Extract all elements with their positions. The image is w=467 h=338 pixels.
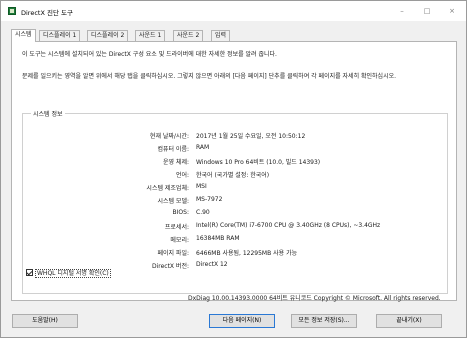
whql-checkbox-label[interactable]: WHQL 디지털 서명 확인(C) bbox=[35, 269, 111, 278]
maximize-button[interactable]: □ bbox=[417, 4, 437, 18]
info-value: 6466MB 사용됨, 12295MB 사용 가능 bbox=[196, 250, 298, 257]
info-value: Intel(R) Core(TM) i7-6700 CPU @ 3.40GHz … bbox=[196, 222, 381, 229]
info-row-memory: 메모리: 16384MB RAM bbox=[23, 235, 449, 245]
system-info-group: 시스템 정보 현재 날짜/시간: 2017년 1월 25일 수요일, 오전 10… bbox=[22, 109, 449, 294]
title-bar[interactable]: DirectX 진단 도구 – □ × bbox=[1, 1, 466, 21]
info-value: MSI bbox=[196, 183, 207, 190]
tab-display-1[interactable]: 디스플레이 1 bbox=[39, 30, 81, 41]
info-value: 한국어 (국가별 설정: 한국어) bbox=[196, 172, 270, 179]
tab-sound-1[interactable]: 사운드 1 bbox=[135, 30, 166, 41]
info-row-processor: 프로세서: Intel(R) Core(TM) i7-6700 CPU @ 3.… bbox=[23, 222, 449, 232]
window-title: DirectX 진단 도구 bbox=[21, 9, 73, 17]
info-label: 운영 체제: bbox=[162, 159, 189, 166]
info-value: Windows 10 Pro 64비트 (10.0, 빌드 14393) bbox=[196, 159, 321, 166]
info-row-language: 언어: 한국어 (국가별 설정: 한국어) bbox=[23, 170, 449, 180]
exit-button[interactable]: 끝내기(X) bbox=[376, 314, 442, 328]
tab-system[interactable]: 시스템 bbox=[11, 29, 36, 42]
info-label: 페이지 파일: bbox=[157, 250, 189, 257]
info-row-os: 운영 체제: Windows 10 Pro 64비트 (10.0, 빌드 143… bbox=[23, 157, 449, 167]
system-tab-panel: 이 도구는 시스템에 설치되어 있는 DirectX 구성 요소 및 드라이버에… bbox=[11, 41, 457, 301]
info-label: 언어: bbox=[175, 172, 189, 179]
info-row-page-file: 페이지 파일: 6466MB 사용됨, 12295MB 사용 가능 bbox=[23, 248, 449, 258]
info-row-manufacturer: 시스템 제조업체: MSI bbox=[23, 183, 449, 193]
info-label: 컴퓨터 이름: bbox=[157, 146, 189, 153]
tab-input[interactable]: 입력 bbox=[211, 30, 231, 41]
info-label: 시스템 제조업체: bbox=[146, 185, 189, 192]
info-row-model: 시스템 모델: MS-7972 bbox=[23, 196, 449, 206]
directx-app-icon bbox=[8, 7, 16, 15]
version-copyright-text: DxDiag 10.00.14393.0000 64비트 유니코드 Copyri… bbox=[188, 295, 441, 302]
info-label: DirectX 버전: bbox=[151, 263, 189, 270]
next-page-button[interactable]: 다음 페이지(N) bbox=[209, 314, 275, 328]
close-button[interactable]: × bbox=[442, 4, 462, 18]
minimize-button[interactable]: – bbox=[392, 4, 412, 18]
system-info-title: 시스템 정보 bbox=[31, 109, 65, 118]
instruction-text: 문제를 일으키는 영역을 알면 위에서 해당 탭을 클릭하십시오. 그렇지 않으… bbox=[22, 73, 397, 80]
intro-text: 이 도구는 시스템에 설치되어 있는 DirectX 구성 요소 및 드라이버에… bbox=[22, 51, 277, 58]
checkbox-checked-icon[interactable] bbox=[26, 269, 33, 276]
info-value: 2017년 1월 25일 수요일, 오전 10:50:12 bbox=[196, 133, 306, 140]
info-label: 메모리: bbox=[170, 237, 189, 244]
info-value: RAM bbox=[196, 144, 210, 151]
info-value: C.90 bbox=[196, 209, 210, 216]
tab-sound-2[interactable]: 사운드 2 bbox=[173, 30, 204, 41]
save-all-info-button[interactable]: 모든 정보 저장(S)... bbox=[291, 314, 357, 328]
info-value: 16384MB RAM bbox=[196, 235, 240, 242]
help-button[interactable]: 도움말(H) bbox=[12, 314, 78, 328]
info-label: 시스템 모델: bbox=[157, 198, 189, 205]
info-row-bios: BIOS: C.90 bbox=[23, 209, 449, 219]
info-label: BIOS: bbox=[172, 209, 189, 216]
info-row-computer-name: 컴퓨터 이름: RAM bbox=[23, 144, 449, 154]
info-value: MS-7972 bbox=[196, 196, 223, 203]
info-label: 프로세서: bbox=[164, 224, 189, 231]
whql-checkbox[interactable]: WHQL 디지털 서명 확인(C) bbox=[26, 268, 111, 278]
tab-display-2[interactable]: 디스플레이 2 bbox=[87, 30, 129, 41]
info-label: 현재 날짜/시간: bbox=[149, 133, 189, 140]
info-row-datetime: 현재 날짜/시간: 2017년 1월 25일 수요일, 오전 10:50:12 bbox=[23, 131, 449, 141]
dxdiag-window: DirectX 진단 도구 – □ × 시스템 디스플레이 1 디스플레이 2 … bbox=[0, 0, 467, 338]
info-value: DirectX 12 bbox=[196, 261, 228, 268]
